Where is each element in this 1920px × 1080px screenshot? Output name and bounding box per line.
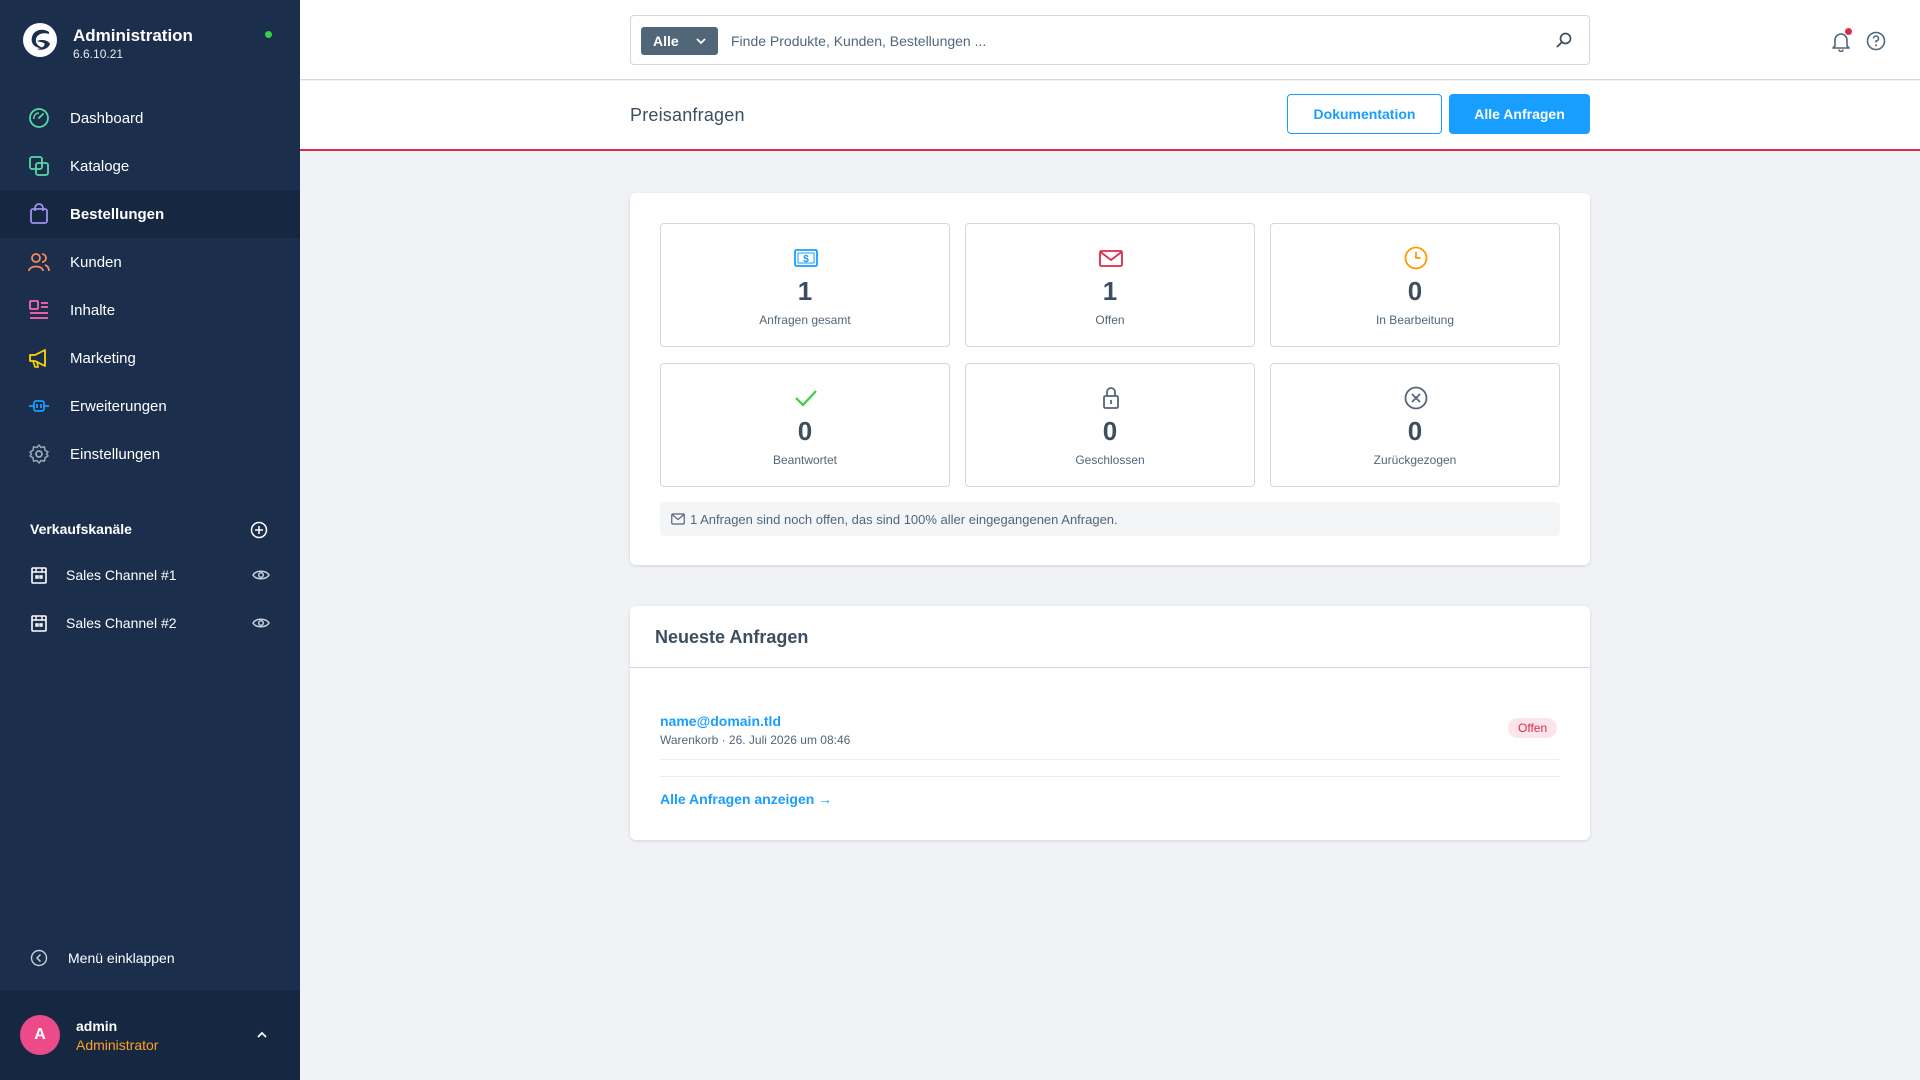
status-indicator (265, 31, 272, 38)
search-type-select[interactable]: Alle (641, 27, 718, 55)
status-badge: Offen (1508, 718, 1558, 738)
clock-icon (1404, 246, 1428, 270)
nav-item-bestellungen[interactable]: Bestellungen (0, 190, 300, 238)
search-type-label: Alle (653, 33, 679, 49)
nav-item-kunden[interactable]: Kunden (0, 238, 300, 286)
help-icon[interactable] (1866, 31, 1886, 51)
latest-requests-card: Neueste Anfragen name@domain.tld Warenko… (630, 606, 1590, 840)
summary-note: 1 Anfragen sind noch offen, das sind 100… (660, 502, 1560, 536)
users-icon (28, 253, 50, 272)
nav-item-einstellungen[interactable]: Einstellungen (0, 430, 300, 478)
chevron-left-circle-icon (30, 949, 48, 967)
stat-closed[interactable]: 0 Geschlossen (965, 363, 1255, 487)
svg-text:$: $ (803, 254, 809, 265)
notification-badge (1845, 28, 1852, 35)
app-version: 6.6.10.21 (73, 47, 124, 61)
nav-item-inhalte[interactable]: Inhalte (0, 286, 300, 334)
stat-value: 0 (1102, 416, 1118, 446)
all-requests-button[interactable]: Alle Anfragen (1449, 94, 1590, 134)
chevron-down-icon (696, 38, 706, 45)
catalog-icon (29, 156, 49, 176)
search-icon[interactable] (1555, 31, 1573, 49)
page-header: Preisanfragen Dokumentation Alle Anfrage… (300, 81, 1920, 151)
stat-label: In Bearbeitung (1375, 313, 1455, 327)
page-title: Preisanfragen (630, 105, 745, 125)
shopware-logo-icon[interactable] (22, 22, 58, 58)
stat-value: 0 (1407, 276, 1423, 306)
sales-channel-item[interactable]: Sales Channel #1 (0, 555, 300, 595)
summary-note-text: 1 Anfragen sind noch offen, das sind 100… (690, 511, 1118, 527)
nav-item-dashboard[interactable]: Dashboard (0, 94, 300, 142)
latest-requests-header: Neueste Anfragen (630, 606, 1590, 668)
stat-value: 1 (1102, 276, 1118, 306)
sales-channels-heading: Verkaufskanäle (30, 521, 132, 537)
latest-requests-title: Neueste Anfragen (655, 627, 809, 647)
stat-open[interactable]: 1 Offen (965, 223, 1255, 347)
eye-icon[interactable] (252, 615, 270, 631)
stat-in-progress[interactable]: 0 In Bearbeitung (1270, 223, 1560, 347)
sidebar: Administration 6.6.10.21 Dashboard Katal… (0, 0, 300, 1080)
stat-withdrawn[interactable]: 0 Zurückgezogen (1270, 363, 1560, 487)
checkmark-icon (795, 390, 817, 407)
storefront-icon (31, 615, 47, 632)
envelope-icon (671, 513, 685, 525)
stat-label: Beantwortet (772, 453, 838, 467)
collapse-menu-label: Menü einklappen (68, 950, 175, 966)
stat-label: Geschlossen (1075, 453, 1145, 467)
request-meta: Warenkorb · 26. Juli 2026 um 08:46 (660, 733, 851, 747)
top-bar: Alle (300, 0, 1920, 80)
megaphone-icon (29, 349, 46, 368)
storefront-icon (31, 567, 47, 584)
documentation-button[interactable]: Dokumentation (1287, 94, 1442, 134)
x-circle-icon (1404, 386, 1428, 410)
gauge-icon (29, 108, 49, 128)
nav-label: Dashboard (70, 109, 144, 127)
add-circle-icon[interactable] (250, 521, 268, 539)
shopping-bag-icon (30, 203, 48, 224)
stat-value: 1 (797, 276, 813, 306)
nav-label: Erweiterungen (70, 397, 167, 415)
user-name: admin (76, 1018, 118, 1034)
nav-label: Einstellungen (70, 445, 161, 463)
app-title: Administration (73, 26, 193, 45)
main-navigation: Dashboard Kataloge Bestellungen Kunden I… (0, 94, 300, 478)
nav-label: Bestellungen (70, 205, 165, 223)
sales-channel-label: Sales Channel #1 (66, 567, 177, 583)
eye-icon[interactable] (252, 567, 270, 583)
stat-label: Anfragen gesamt (759, 313, 851, 327)
envelope-icon (1099, 250, 1123, 267)
plug-icon (29, 400, 49, 412)
stat-label: Offen (1095, 313, 1125, 327)
collapse-menu-button[interactable]: Menü einklappen (0, 940, 300, 976)
user-role: Administrator (76, 1037, 159, 1053)
show-all-requests-link[interactable]: Alle Anfragen anzeigen → (660, 791, 832, 807)
chevron-up-icon[interactable] (255, 1028, 269, 1042)
nav-label: Kataloge (70, 157, 130, 175)
nav-label: Inhalte (70, 301, 116, 319)
nav-item-marketing[interactable]: Marketing (0, 334, 300, 382)
stat-answered[interactable]: 0 Beantwortet (660, 363, 950, 487)
nav-label: Marketing (70, 349, 136, 367)
money-icon: $ (794, 249, 818, 267)
brand-header: Administration 6.6.10.21 (0, 0, 300, 88)
divider (660, 776, 1560, 777)
stat-label: Zurückgezogen (1373, 453, 1457, 467)
sales-channel-label: Sales Channel #2 (66, 615, 177, 631)
divider (660, 759, 1560, 760)
stat-value: 0 (797, 416, 813, 446)
search-input[interactable] (731, 28, 1531, 54)
stats-card: $ 1 Anfragen gesamt 1 Offen 0 In Bearbei… (630, 193, 1590, 565)
nav-item-kataloge[interactable]: Kataloge (0, 142, 300, 190)
nav-item-erweiterungen[interactable]: Erweiterungen (0, 382, 300, 430)
sales-channel-item[interactable]: Sales Channel #2 (0, 603, 300, 643)
request-email-link[interactable]: name@domain.tld (660, 713, 781, 729)
gear-icon (29, 444, 49, 464)
nav-label: Kunden (70, 253, 122, 271)
avatar[interactable]: A (20, 1015, 60, 1055)
stat-total[interactable]: $ 1 Anfragen gesamt (660, 223, 950, 347)
stat-value: 0 (1407, 416, 1423, 446)
global-search: Alle (630, 15, 1590, 65)
content-icon (29, 300, 48, 319)
lock-icon (1103, 387, 1119, 409)
